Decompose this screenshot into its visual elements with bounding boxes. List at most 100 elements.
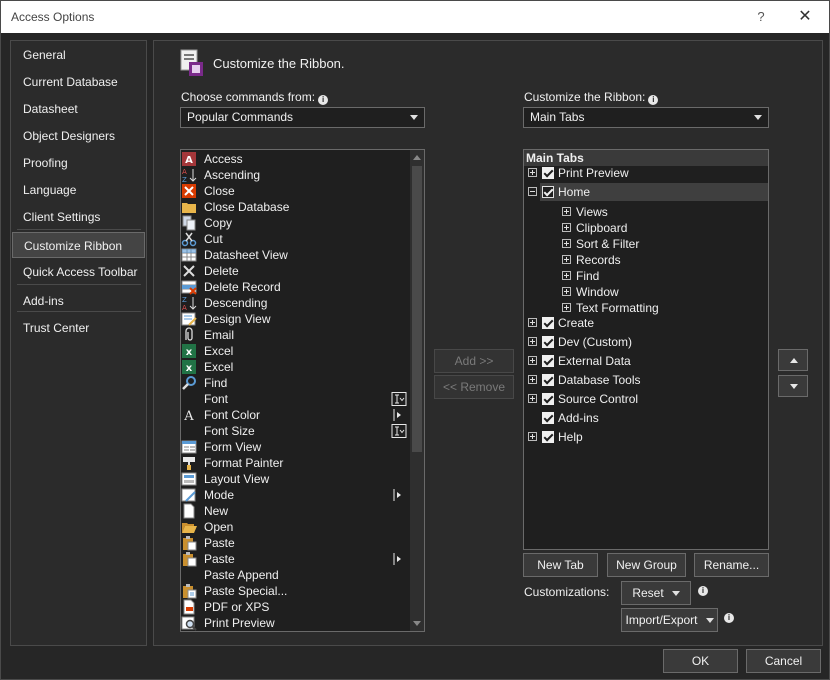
command-item[interactable]: Paste Append — [181, 567, 409, 583]
tree-item-label: Dev (Custom) — [558, 335, 633, 349]
nav-item-language[interactable]: Language — [12, 177, 145, 203]
command-item[interactable]: Find — [181, 375, 409, 391]
checkbox[interactable] — [542, 336, 554, 348]
nav-item-datasheet[interactable]: Datasheet — [12, 96, 145, 122]
tree-item-add-ins[interactable]: Add-ins — [524, 409, 768, 427]
customize-ribbon-combo[interactable]: Main Tabs — [523, 107, 769, 128]
checkbox[interactable] — [542, 186, 554, 198]
cancel-button[interactable]: Cancel — [746, 649, 821, 673]
rename-button[interactable]: Rename... — [694, 553, 769, 577]
tree-item-external-data[interactable]: External Data — [524, 352, 768, 370]
scroll-up-icon[interactable] — [413, 155, 421, 160]
move-down-button[interactable] — [778, 375, 808, 397]
command-item[interactable]: Mode — [181, 487, 409, 503]
choose-commands-combo[interactable]: Popular Commands — [180, 107, 425, 128]
expand-icon[interactable] — [528, 432, 537, 441]
command-item[interactable]: Form View — [181, 439, 409, 455]
checkbox[interactable] — [542, 431, 554, 443]
ribbon-tree[interactable]: Main Tabs Print Preview Home Views Clipboar… — [523, 149, 769, 550]
command-item[interactable]: Close Database — [181, 199, 409, 215]
scroll-thumb[interactable] — [412, 166, 422, 452]
expand-icon[interactable] — [528, 375, 537, 384]
command-item[interactable]: Z A Descending — [181, 295, 409, 311]
nav-item-client-settings[interactable]: Client Settings — [12, 204, 145, 230]
move-up-button[interactable] — [778, 349, 808, 371]
command-item[interactable]: Paste Special... — [181, 583, 409, 599]
triangle-up-icon — [790, 358, 798, 363]
command-item[interactable]: PDF or XPS — [181, 599, 409, 615]
tree-item-dev-custom-[interactable]: Dev (Custom) — [524, 333, 768, 351]
nav-item-quick-access-toolbar[interactable]: Quick Access Toolbar — [12, 259, 145, 285]
expand-icon[interactable] — [562, 255, 571, 264]
command-item[interactable]: Copy — [181, 215, 409, 231]
tree-item-help[interactable]: Help — [524, 428, 768, 446]
tree-item-create[interactable]: Create — [524, 314, 768, 332]
info-icon: i — [318, 95, 329, 105]
nav-item-proofing[interactable]: Proofing — [12, 150, 145, 176]
tree-item-print-preview[interactable]: Print Preview — [524, 164, 768, 182]
command-item[interactable]: Format Painter — [181, 455, 409, 471]
new-tab-button[interactable]: New Tab — [523, 553, 598, 577]
tree-item-label: Print Preview — [558, 166, 629, 180]
expand-icon[interactable] — [528, 168, 537, 177]
command-item[interactable]: Font — [181, 391, 409, 407]
command-item[interactable]: Design View — [181, 311, 409, 327]
command-item[interactable]: x Excel — [181, 343, 409, 359]
checkbox[interactable] — [542, 167, 554, 179]
commands-list[interactable]: Print Preview PDF or XPS Paste Special... P… — [180, 149, 425, 632]
expand-icon[interactable] — [528, 318, 537, 327]
command-item[interactable]: Paste — [181, 535, 409, 551]
import-export-button[interactable]: Import/Export — [621, 608, 718, 632]
expand-icon[interactable] — [562, 287, 571, 296]
checkbox[interactable] — [542, 317, 554, 329]
nav-item-object-designers[interactable]: Object Designers — [12, 123, 145, 149]
nav-item-trust-center[interactable]: Trust Center — [12, 315, 145, 341]
nav-item-general[interactable]: General — [12, 42, 145, 68]
command-item[interactable]: A Font Color — [181, 407, 409, 423]
command-item[interactable]: New — [181, 503, 409, 519]
triangle-down-icon — [790, 384, 798, 389]
expand-icon[interactable] — [528, 337, 537, 346]
checkbox[interactable] — [542, 393, 554, 405]
expand-icon[interactable] — [562, 223, 571, 232]
command-item[interactable]: Close — [181, 183, 409, 199]
command-item[interactable]: Datasheet View — [181, 247, 409, 263]
checkbox[interactable] — [542, 374, 554, 386]
command-item[interactable]: Email — [181, 327, 409, 343]
remove-button[interactable]: << Remove — [434, 375, 514, 399]
command-item[interactable]: x Excel — [181, 359, 409, 375]
scroll-down-icon[interactable] — [413, 621, 421, 626]
ok-button[interactable]: OK — [663, 649, 738, 673]
tree-item-home[interactable]: Home — [528, 183, 768, 201]
command-item[interactable]: A Access — [181, 151, 409, 167]
command-item[interactable]: Layout View — [181, 471, 409, 487]
expand-icon[interactable] — [562, 207, 571, 216]
commands-scrollbar[interactable] — [410, 150, 424, 631]
new-group-button[interactable]: New Group — [607, 553, 686, 577]
collapse-icon[interactable] — [528, 187, 537, 196]
command-item[interactable]: Font Size — [181, 423, 409, 439]
tree-item-source-control[interactable]: Source Control — [524, 390, 768, 408]
expand-icon[interactable] — [562, 239, 571, 248]
command-item[interactable]: Delete Record — [181, 279, 409, 295]
command-item[interactable]: Print Preview — [181, 615, 409, 631]
svg-text:x: x — [186, 363, 193, 374]
expand-icon[interactable] — [562, 303, 571, 312]
reset-button[interactable]: Reset — [621, 581, 691, 605]
command-item[interactable]: A Z Ascending — [181, 167, 409, 183]
checkbox[interactable] — [542, 355, 554, 367]
command-item[interactable]: Open — [181, 519, 409, 535]
close-button[interactable]: ✕ — [789, 5, 821, 29]
tree-item-database-tools[interactable]: Database Tools — [524, 371, 768, 389]
add-button[interactable]: Add >> — [434, 349, 514, 373]
command-item[interactable]: Delete — [181, 263, 409, 279]
expand-icon[interactable] — [528, 356, 537, 365]
command-item[interactable]: Paste — [181, 551, 409, 567]
expand-icon[interactable] — [528, 394, 537, 403]
checkbox[interactable] — [542, 412, 554, 424]
command-item[interactable]: Cut — [181, 231, 409, 247]
nav-item-current-database[interactable]: Current Database — [12, 69, 145, 95]
expand-icon[interactable] — [562, 271, 571, 280]
nav-item-customize-ribbon[interactable]: Customize Ribbon — [12, 232, 145, 258]
help-button[interactable]: ? — [747, 5, 775, 29]
